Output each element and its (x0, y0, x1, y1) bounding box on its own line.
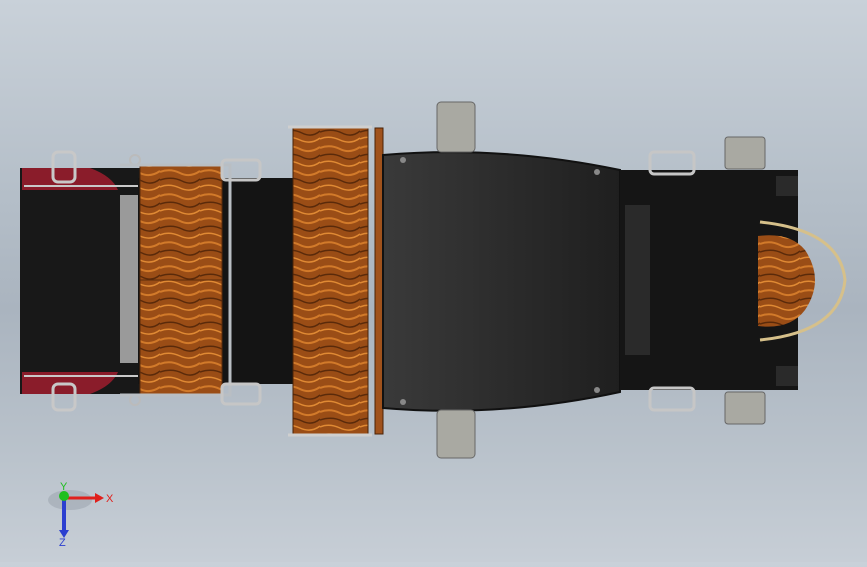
pedal-top (436, 101, 476, 153)
pedal-front-top (724, 136, 766, 170)
wood-strip (374, 127, 384, 435)
x-axis-label: X (106, 493, 114, 505)
pedal-bottom (436, 409, 476, 459)
front-dome (758, 235, 815, 327)
z-axis-label: Z (59, 537, 66, 548)
pedal-front-bottom (724, 391, 766, 425)
seat-cushion (382, 151, 621, 412)
model-viewport[interactable] (0, 0, 867, 562)
wood-board (292, 126, 369, 436)
y-axis-label: Y (60, 481, 68, 493)
wood-panel-top (139, 164, 223, 281)
x-arrowhead-icon (95, 493, 104, 503)
wood-panel-bottom (139, 279, 223, 396)
rear-box (20, 168, 140, 394)
axis-triad: X Y Z (40, 478, 130, 549)
